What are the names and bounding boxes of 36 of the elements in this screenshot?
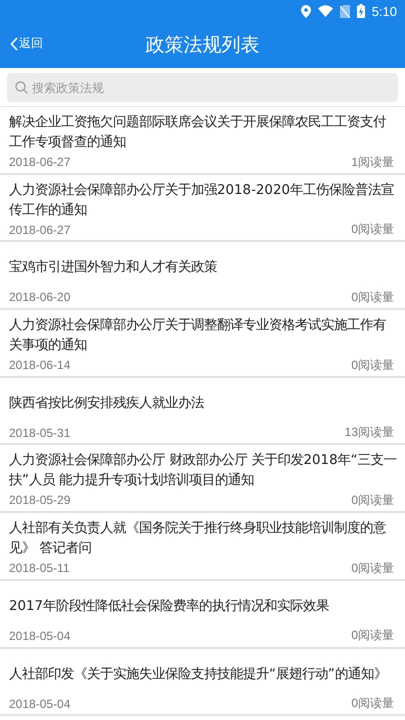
article-date: 2018-06-14 — [9, 358, 70, 372]
read-count: 0阅读量 — [351, 288, 394, 306]
article-date: 2018-06-27 — [9, 155, 70, 169]
article-date: 2018-06-20 — [9, 290, 70, 304]
article-title[interactable]: 人力资源社会保障部办公厅关于加强2018-2020年工伤保险普法宣传工作的通知 — [9, 180, 398, 221]
search-field[interactable]: 搜索政策法规 — [7, 73, 398, 102]
read-count: 0阅读量 — [351, 560, 394, 577]
article-date: 2018-05-31 — [9, 426, 70, 440]
article-date: 2018-05-11 — [9, 561, 70, 576]
read-count: 0阅读量 — [351, 221, 394, 238]
read-count: 13阅读量 — [344, 424, 394, 442]
read-count: 0阅读量 — [351, 492, 394, 509]
article-title[interactable]: 解决企业工资拖欠问题部际联席会议关于开展保障农民工工资支付工作专项督查的通知 — [9, 113, 398, 153]
article-title[interactable]: 宝鸡市引进国外智力和人才有关政策 — [9, 258, 217, 278]
article-date: 2018-05-04 — [9, 628, 70, 643]
clock-time: 5:10 — [372, 4, 397, 18]
read-count: 1阅读量 — [351, 154, 394, 170]
article-date: 2018-05-04 — [9, 696, 70, 710]
article-title[interactable]: 2017年阶段性降低社会保险费率的执行情况和实际效果 — [9, 596, 330, 617]
location-icon — [300, 4, 311, 18]
read-count: 0阅读量 — [351, 695, 394, 712]
battery-charging-icon — [356, 4, 365, 18]
no-sim-icon — [340, 4, 350, 18]
read-count: 0阅读量 — [351, 627, 394, 644]
article-date: 2018-06-27 — [9, 222, 70, 237]
article-title[interactable]: 人社部印发《关于实施失业保险支持技能提升“展翅行动”的通知》 — [9, 664, 387, 684]
article-title[interactable]: 人社部有关负责人就《国务院关于推行终身职业技能培训制度的意见》 答记者问 — [9, 519, 398, 560]
chevron-left-icon — [10, 36, 18, 50]
page-title: 政策法规列表 — [146, 33, 260, 58]
article-title[interactable]: 人力资源社会保障部办公厅关于调整翻译专业资格考试实施工作有关事项的通知 — [9, 316, 398, 356]
back-button[interactable]: 返回 — [10, 35, 43, 52]
article-title[interactable]: 陕西省按比例安排残疾人就业办法 — [9, 394, 204, 414]
read-count: 0阅读量 — [351, 356, 394, 374]
wifi-icon — [318, 5, 333, 17]
article-date: 2018-05-29 — [9, 493, 70, 508]
article-title[interactable]: 人力资源社会保障部办公厅 财政部办公厅 关于印发2018年“三支一扶”人员 能力提升专项计划培训项目的通知 — [9, 451, 398, 492]
